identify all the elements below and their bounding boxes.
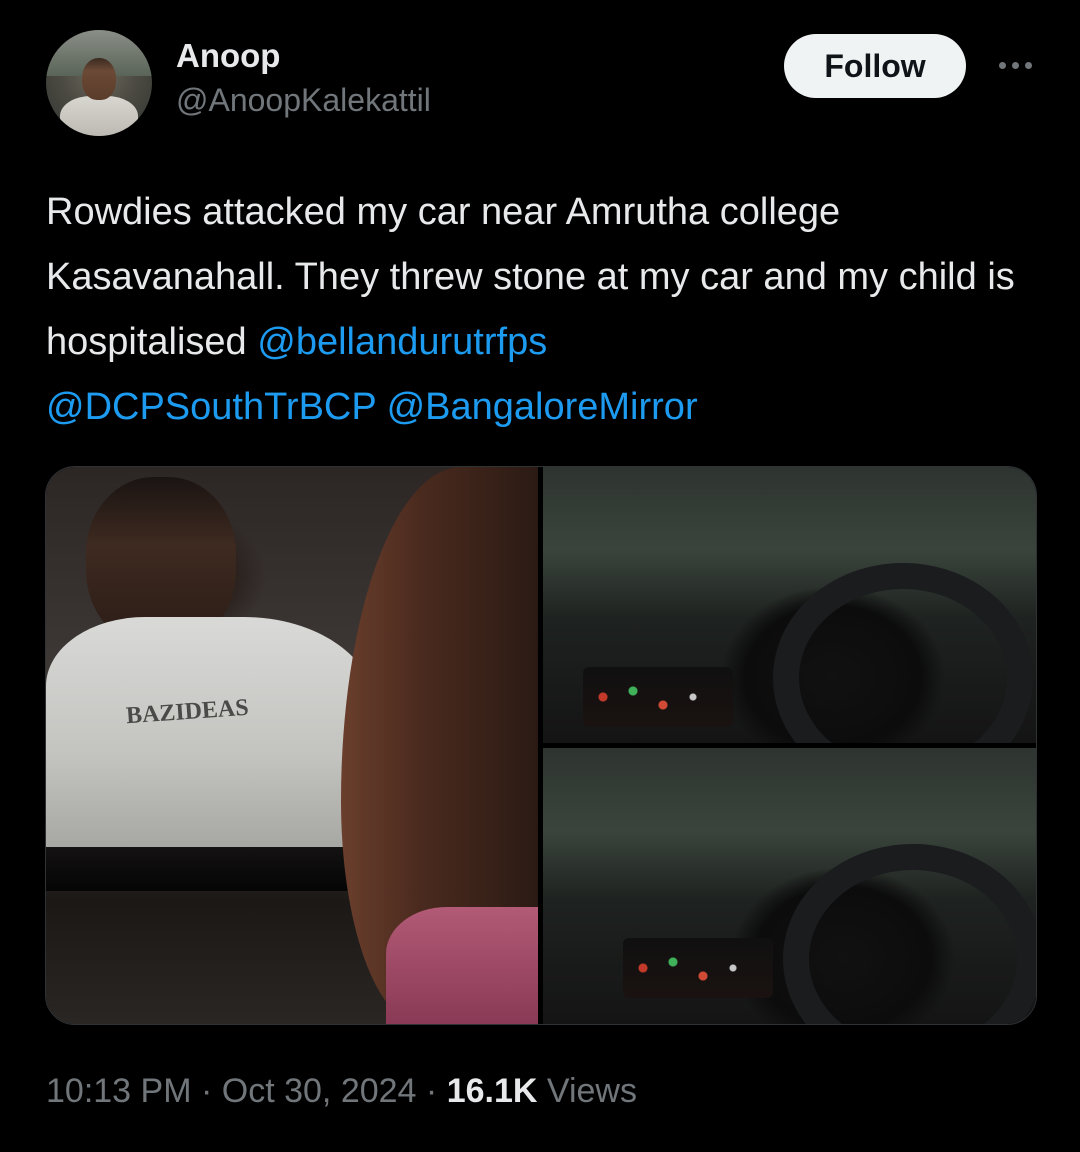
media-grid: BAZIDEAS [45, 466, 1037, 1025]
author-display-name[interactable]: Anoop [176, 36, 431, 76]
tweet-card: Anoop @AnoopKalekattil Follow Rowdies at… [0, 0, 1080, 1152]
avatar-head [82, 58, 116, 100]
views-count: 16.1K [446, 1072, 538, 1110]
image-dashboard [623, 938, 773, 998]
tweet-header: Anoop @AnoopKalekattil Follow [46, 30, 1050, 140]
author-handle[interactable]: @AnoopKalekattil [176, 78, 431, 122]
media-image-3[interactable] [543, 748, 1036, 1024]
follow-button[interactable]: Follow [784, 34, 966, 98]
image-steering-wheel [783, 844, 1036, 1024]
meta-separator: · [425, 1072, 438, 1110]
image-dashboard [583, 667, 733, 727]
mention-link[interactable]: @BangaloreMirror [387, 386, 698, 428]
media-image-2[interactable] [543, 467, 1036, 793]
user-avatar[interactable] [46, 30, 152, 136]
avatar-body [60, 96, 138, 136]
media-image-1[interactable]: BAZIDEAS [46, 467, 541, 1024]
tweet-date[interactable]: Oct 30, 2024 [222, 1072, 417, 1110]
more-dot [998, 61, 1006, 69]
image-pink-cloth [386, 907, 538, 1024]
more-dot [1024, 61, 1032, 69]
more-horizontal-icon[interactable] [990, 50, 1040, 80]
mention-link[interactable]: @DCPSouthTrBCP [46, 386, 376, 428]
author-names: Anoop @AnoopKalekattil [176, 36, 431, 122]
tweet-meta: 10:13 PM · Oct 30, 2024 · 16.1K Views [46, 1066, 637, 1116]
meta-separator: · [200, 1072, 213, 1110]
image-shirt [46, 617, 376, 847]
tweet-text: Rowdies attacked my car near Amrutha col… [46, 180, 1036, 440]
views-label: Views [546, 1072, 637, 1110]
more-dot [1011, 61, 1019, 69]
mention-link[interactable]: @bellandurutrfps [257, 321, 547, 363]
tweet-time[interactable]: 10:13 PM [46, 1072, 192, 1110]
